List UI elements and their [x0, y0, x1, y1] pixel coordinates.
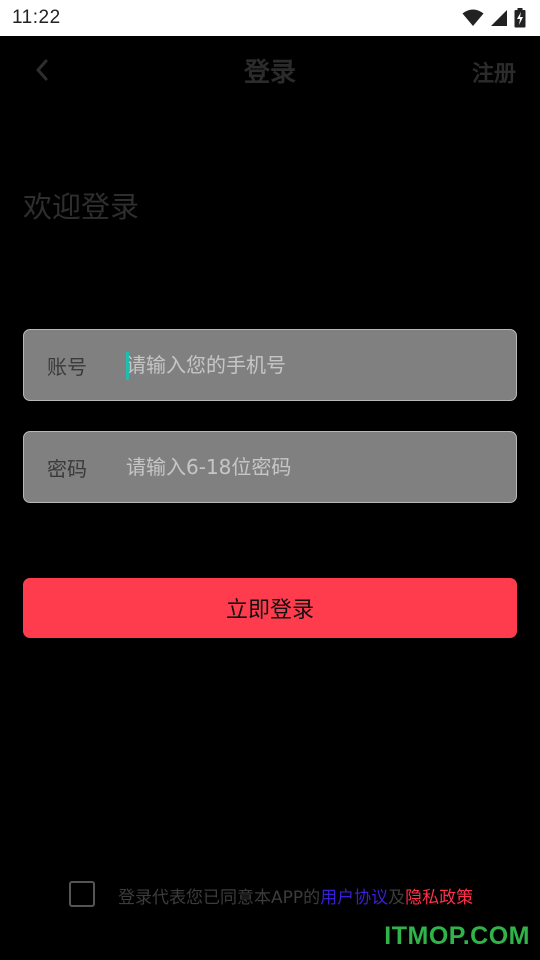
watermark: ITMOP.COM — [384, 922, 530, 950]
page-title: 登录 — [243, 58, 296, 88]
battery-charging-icon — [514, 8, 526, 28]
agreement-text: 登录代表您已同意本APP的用户协议及隐私政策 — [118, 883, 473, 908]
agreement-prefix: 登录代表您已同意本APP的 — [118, 888, 321, 908]
status-bar: 11:22 — [0, 0, 540, 36]
account-field[interactable]: 账号 — [23, 329, 517, 401]
login-button[interactable]: 立即登录 — [23, 578, 517, 638]
agreement-checkbox[interactable] — [69, 881, 95, 907]
signal-icon — [490, 9, 508, 27]
text-cursor — [126, 352, 129, 380]
account-label: 账号 — [47, 354, 87, 379]
user-agreement-link[interactable]: 用户协议 — [320, 888, 388, 908]
status-time: 11:22 — [12, 7, 61, 28]
password-label: 密码 — [47, 456, 87, 481]
privacy-policy-link[interactable]: 隐私政策 — [405, 888, 473, 908]
wifi-icon — [462, 9, 484, 27]
status-icons — [462, 8, 526, 28]
password-input[interactable] — [126, 447, 502, 487]
register-button[interactable]: 注册 — [472, 56, 516, 88]
welcome-heading: 欢迎登录 — [23, 190, 140, 224]
password-field[interactable]: 密码 — [23, 431, 517, 503]
account-input[interactable] — [126, 345, 502, 385]
agreement-conjunction: 及 — [388, 888, 406, 908]
